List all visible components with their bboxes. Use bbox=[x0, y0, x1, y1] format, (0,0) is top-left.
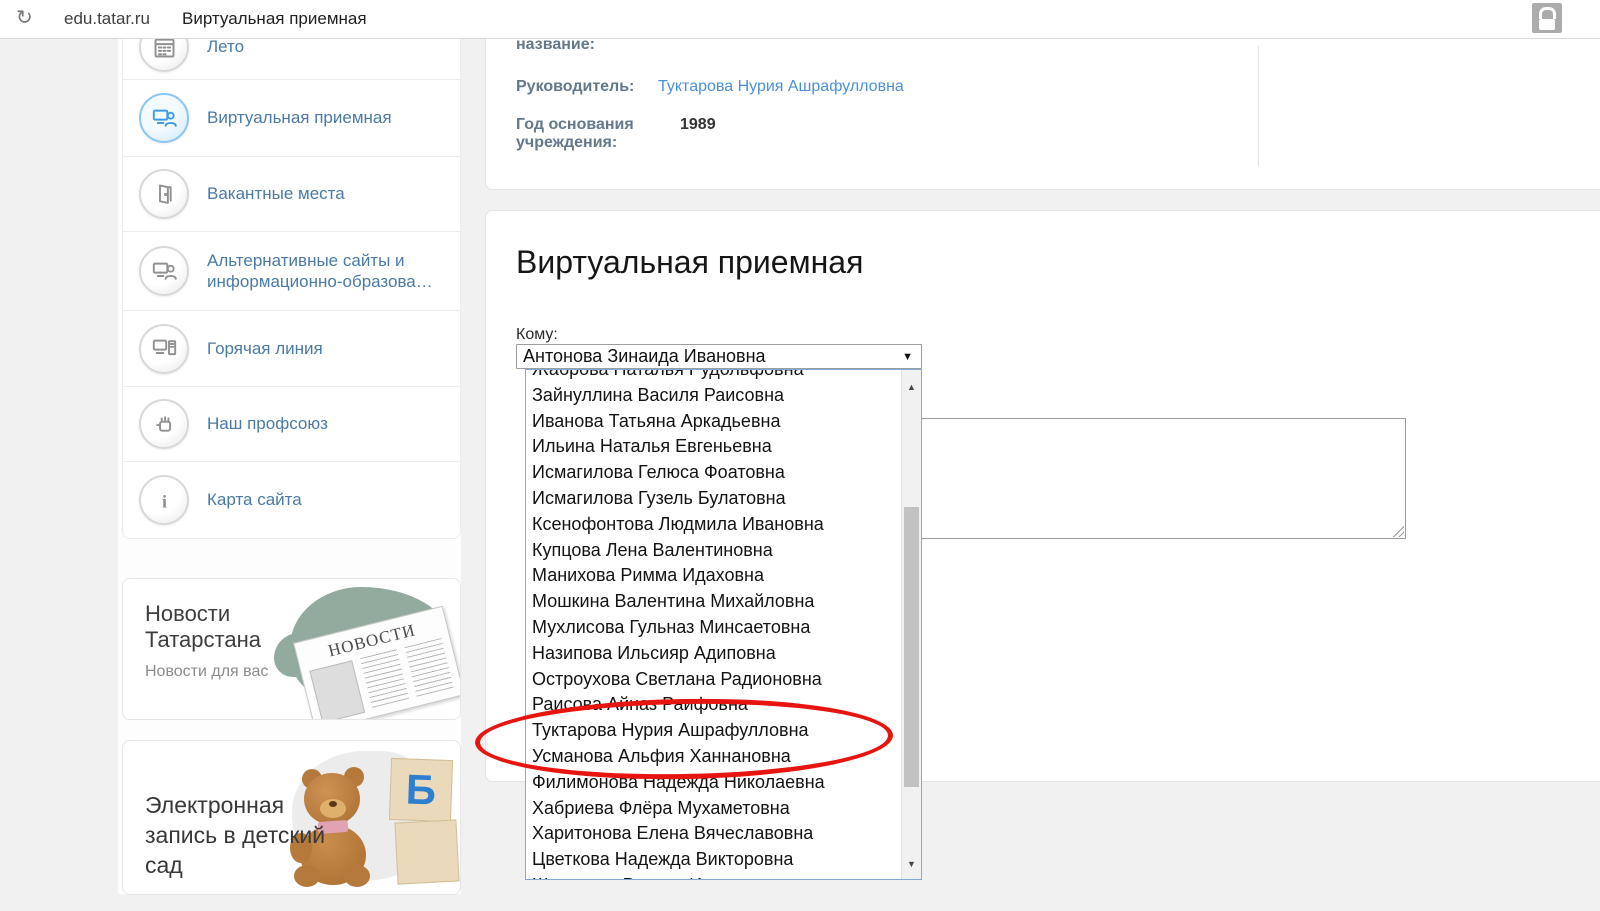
lock-shackle bbox=[1539, 7, 1556, 19]
founded-label: Год основания учреждения: bbox=[516, 116, 666, 152]
dropdown-option[interactable]: Остроухова Светлана Радионовна bbox=[526, 667, 901, 693]
dropdown-option[interactable]: Цветкова Надежда Викторовна bbox=[526, 847, 901, 873]
news-banner-title: Новости Татарстана bbox=[145, 601, 295, 654]
message-textarea[interactable] bbox=[915, 418, 1406, 539]
sidebar-item-alt-sites[interactable]: Альтернативные сайты и информационно-обр… bbox=[123, 232, 460, 311]
panel-divider bbox=[1258, 46, 1259, 166]
chevron-down-icon: ▼ bbox=[902, 351, 913, 363]
lock-icon[interactable] bbox=[1532, 3, 1562, 33]
dropdown-option[interactable]: Мухлисова Гульназ Минсаетовна bbox=[526, 615, 901, 641]
union-fist-icon bbox=[139, 399, 189, 449]
page: ↻ edu.tatar.ru Виртуальная приемная Лето… bbox=[0, 0, 1600, 911]
sidebar-item-label: Наш профсоюз bbox=[207, 413, 328, 434]
hotline-icon bbox=[139, 324, 189, 374]
recipient-select-value: Антонова Зинаида Ивановна bbox=[523, 346, 766, 367]
sidebar-item-union[interactable]: Наш профсоюз bbox=[123, 387, 460, 462]
dropdown-option[interactable]: Манихова Римма Идаховна bbox=[526, 563, 901, 589]
dropdown-option[interactable]: Исмагилова Гелюса Фоатовна bbox=[526, 460, 901, 486]
dropdown-option[interactable]: Шарапова Рамзия Ильясовна bbox=[526, 873, 901, 880]
sidebar-menu: Лето Виртуальная приемная Альтернативные… bbox=[122, 14, 461, 539]
svg-text:i: i bbox=[161, 491, 166, 511]
alt-sites-icon bbox=[139, 246, 189, 296]
sidebar-item-sitemap[interactable]: i Карта сайта bbox=[123, 462, 460, 538]
lock-body bbox=[1539, 19, 1555, 30]
kindergarten-banner[interactable]: Б Электронная запись в детский сад bbox=[122, 740, 461, 895]
sidebar-item-label: Горячая линия bbox=[207, 338, 323, 359]
browser-bar: ↻ edu.tatar.ru Виртуальная приемная bbox=[0, 0, 1600, 39]
address-url: edu.tatar.ru bbox=[64, 9, 150, 29]
sidebar-item-label: Карта сайта bbox=[207, 489, 302, 510]
sidebar-item-hotline[interactable]: Горячая линия bbox=[123, 311, 460, 387]
dropdown-option[interactable]: Харитонова Елена Вячеславовна bbox=[526, 821, 901, 847]
dropdown-option[interactable]: Мошкина Валентина Михайловна bbox=[526, 589, 901, 615]
news-banner[interactable]: НОВОСТИ Новости Татарстана Новости для в… bbox=[122, 578, 461, 720]
scrollbar-thumb[interactable] bbox=[904, 507, 919, 787]
dropdown-option[interactable]: Купцова Лена Валентиновна bbox=[526, 538, 901, 564]
dropdown-options: Жаброва Наталья Рудольфовна Зайнуллина В… bbox=[526, 369, 901, 880]
sidebar-item-virtual-reception[interactable]: Виртуальная приемная bbox=[123, 80, 460, 157]
sidebar-item-vacancies[interactable]: Альтернативные сайты и информационно-обр… bbox=[123, 157, 460, 232]
kindergarten-banner-title: Электронная запись в детский сад bbox=[145, 791, 360, 881]
dropdown-option[interactable]: Ксенофонтова Людмила Ивановна bbox=[526, 512, 901, 538]
reception-heading: Виртуальная приемная bbox=[516, 244, 863, 281]
dropdown-option[interactable]: Исмагилова Гузель Булатовна bbox=[526, 486, 901, 512]
door-icon bbox=[139, 169, 189, 219]
dropdown-option[interactable]: Жаброва Наталья Рудольфовна bbox=[526, 369, 901, 383]
dropdown-option[interactable]: Хабриева Флёра Мухаметовна bbox=[526, 796, 901, 822]
dropdown-option[interactable]: Филимонова Надежда Николаевна bbox=[526, 770, 901, 796]
head-link[interactable]: Туктарова Нурия Ашрафулловна bbox=[658, 78, 904, 96]
scroll-down-icon[interactable]: ▼ bbox=[902, 859, 921, 869]
dropdown-option[interactable]: Раисова Айназ Раифовна bbox=[526, 692, 901, 718]
page-title: Виртуальная приемная bbox=[182, 9, 367, 29]
sidebar-item-label: Альтернативные сайты и информационно-обр… bbox=[207, 250, 450, 293]
dropdown-option[interactable]: Зайнуллина Василя Раисовна bbox=[526, 383, 901, 409]
founded-value: 1989 bbox=[680, 116, 716, 134]
info-icon: i bbox=[139, 475, 189, 525]
dropdown-scrollbar[interactable]: ▲ ▼ bbox=[901, 370, 921, 879]
dropdown-option[interactable]: Туктарова Нурия Ашрафулловна bbox=[526, 718, 901, 744]
sidebar-item-label: Виртуальная приемная bbox=[207, 107, 392, 128]
recipient-select[interactable]: Антонова Зинаида Ивановна ▼ bbox=[516, 344, 922, 369]
virtual-reception-icon bbox=[139, 93, 189, 143]
dropdown-option[interactable]: Усманова Альфия Ханнановна bbox=[526, 744, 901, 770]
toy-block-2 bbox=[394, 819, 459, 884]
head-label: Руководитель: bbox=[516, 78, 634, 96]
refresh-icon[interactable]: ↻ bbox=[16, 5, 33, 30]
dropdown-option[interactable]: Ильина Наталья Евгеньевна bbox=[526, 434, 901, 460]
recipient-label: Кому: bbox=[516, 326, 558, 344]
news-banner-subtitle: Новости для вас bbox=[145, 663, 268, 681]
dropdown-option[interactable]: Иванова Татьяна Аркадьевна bbox=[526, 409, 901, 435]
sidebar-item-label: Лето bbox=[207, 36, 244, 57]
dropdown-option[interactable]: Назипова Ильсияр Адиповна bbox=[526, 641, 901, 667]
sidebar-item-label: Вакантные места bbox=[207, 183, 345, 204]
scroll-up-icon[interactable]: ▲ bbox=[902, 382, 921, 392]
recipient-dropdown-list: Жаброва Наталья Рудольфовна Зайнуллина В… bbox=[525, 369, 922, 880]
